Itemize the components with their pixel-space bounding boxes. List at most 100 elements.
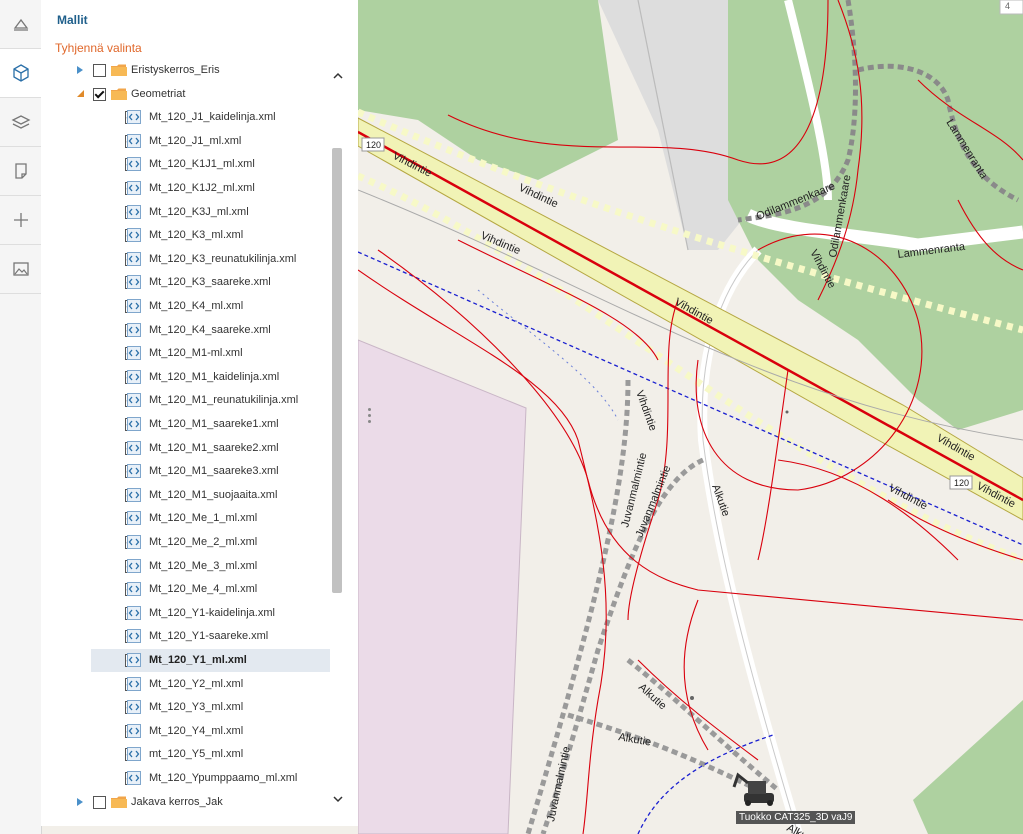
map-point	[785, 410, 789, 414]
panel-resize-grip[interactable]	[366, 406, 372, 428]
tree-item-label: Mt_120_Ypumppaamo_ml.xml	[149, 772, 298, 784]
tree-item-label: Mt_120_K1J2_ml.xml	[149, 182, 255, 194]
tree-item-label: Mt_120_Y3_ml.xml	[149, 701, 244, 714]
models-panel: Mallit Tyhjennä valinta Eristyskerros_Er…	[41, 0, 359, 826]
xml-file-icon	[127, 299, 141, 313]
xml-file-icon	[127, 228, 141, 243]
tree-checkbox[interactable]	[93, 795, 106, 809]
tree-file-row[interactable]: Mt_120_J1_kaidelinja.xml	[41, 106, 330, 129]
xml-file-icon	[127, 275, 141, 290]
scroll-down-button[interactable]	[330, 790, 345, 808]
map-canvas[interactable]: 120 120 4 Vihdintie Vihdintie Vihdintie …	[358, 0, 1023, 834]
tree-item-label: Mt_120_M1_suojaaita.xml	[149, 488, 278, 501]
note-button[interactable]	[0, 147, 41, 196]
expand-arrow-down-icon[interactable]	[77, 89, 84, 97]
image-icon	[12, 262, 29, 276]
expand-arrow-right-icon[interactable]	[77, 66, 83, 74]
xml-file-icon	[127, 558, 141, 573]
tree-item-label: Jakava kerros_Jak	[131, 795, 223, 808]
xml-file-icon	[127, 629, 141, 644]
tree-item-label: Mt_120_K3_reunatukilinja.xml	[149, 252, 297, 265]
tree-file-row[interactable]: Mt_120_K4_ml.xml	[41, 295, 330, 318]
tree-checkbox[interactable]	[93, 87, 106, 101]
xml-file-icon	[127, 133, 141, 148]
scrollbar-thumb[interactable]	[332, 148, 342, 593]
tree-file-row[interactable]: Mt_120_Y3_ml.xml	[41, 696, 330, 719]
tree-file-row[interactable]: Mt_120_M1_suojaaita.xml	[41, 484, 330, 507]
tree-file-row[interactable]: Mt_120_Y1-kaidelinja.xml	[41, 602, 330, 625]
tree-item-label: Mt_120_Y2_ml.xml	[149, 677, 244, 690]
route-shield-label: 120	[954, 478, 969, 488]
tree-item-label: Mt_120_Me_4_ml.xml	[149, 583, 258, 596]
tree-file-row[interactable]: Mt_120_K1J2_ml.xml	[41, 177, 330, 200]
scroll-up-button[interactable]	[330, 66, 345, 84]
measure-tool-button[interactable]	[0, 0, 41, 49]
folder-icon	[111, 88, 127, 100]
tree-file-row[interactable]: mt_120_Y5_ml.xml	[41, 743, 330, 766]
chevron-up-icon	[332, 72, 343, 79]
corner-number: 4	[1005, 1, 1010, 11]
tree-item-label: Mt_120_J1_kaidelinja.xml	[149, 111, 276, 124]
tree-folder-row[interactable]: Geometriat	[41, 83, 330, 106]
tree-file-row[interactable]: Mt_120_M1_saareke1.xml	[41, 413, 330, 436]
tree-file-row[interactable]: Mt_120_M1_saareke2.xml	[41, 437, 330, 460]
tree-file-row[interactable]: Mt_120_M1_saareke3.xml	[41, 460, 330, 483]
tree-item-label: Mt_120_K3J_ml.xml	[149, 205, 249, 218]
tree-file-row[interactable]: Mt_120_M1_reunatukilinja.xml	[41, 389, 330, 412]
xml-file-icon	[127, 440, 141, 455]
tree-scrollbar[interactable]	[330, 58, 345, 818]
tool-rail	[0, 0, 42, 834]
tree-file-row[interactable]: Mt_120_Y2_ml.xml	[41, 673, 330, 696]
tree-file-row[interactable]: Mt_120_M1_kaidelinja.xml	[41, 366, 330, 389]
route-shield-label: 120	[366, 140, 381, 150]
xml-file-icon	[127, 417, 141, 431]
tree-file-row[interactable]: Mt_120_J1_ml.xml	[41, 130, 330, 153]
xml-file-icon	[127, 771, 141, 785]
tree-item-label: Geometriat	[131, 87, 186, 100]
image-button[interactable]	[0, 245, 41, 294]
tree-file-row[interactable]: Mt_120_Me_2_ml.xml	[41, 531, 330, 554]
tree-file-row[interactable]: Mt_120_Ypumppaamo_ml.xml	[41, 767, 330, 790]
tree-file-row[interactable]: Mt_120_M1-ml.xml	[41, 342, 330, 365]
tree-file-row[interactable]: Mt_120_Y1-saareke.xml	[41, 625, 330, 648]
tree-file-row[interactable]: Mt_120_K3_reunatukilinja.xml	[41, 248, 330, 271]
tree-folder-row[interactable]: Eristyskerros_Eris	[41, 59, 330, 82]
tree-item-label: Mt_120_M1-ml.xml	[149, 347, 243, 360]
crosshair-button[interactable]	[0, 196, 41, 245]
tree-file-row[interactable]: Mt_120_Me_3_ml.xml	[41, 555, 330, 578]
tree-item-label: Eristyskerros_Eris	[131, 64, 220, 76]
tree-item-label: Mt_120_Y1-saareke.xml	[149, 630, 269, 643]
tree-file-row[interactable]: Mt_120_K4_saareke.xml	[41, 319, 330, 342]
tree-item-label: Mt_120_K3_saareke.xml	[149, 276, 271, 289]
tree-item-label: Mt_120_M1_saareke3.xml	[149, 465, 279, 478]
tree-item-label: Mt_120_M1_saareke2.xml	[149, 441, 279, 454]
tree-file-row[interactable]: Mt_120_K3_saareke.xml	[41, 271, 330, 294]
tree-folder-row[interactable]: Jakava kerros_Jak	[41, 791, 330, 814]
layers-button[interactable]	[0, 98, 41, 147]
tree-checkbox[interactable]	[93, 64, 106, 77]
tree-file-row[interactable]: Mt_120_Y4_ml.xml	[41, 720, 330, 743]
tree-file-row[interactable]: Mt_120_K3J_ml.xml	[41, 201, 330, 224]
model-tree: Eristyskerros_Eris Geometriat Mt_120_J1_ka…	[41, 58, 330, 818]
tree-item-label: Mt_120_K4_ml.xml	[149, 300, 244, 312]
xml-file-icon	[127, 582, 141, 597]
tree-item-label: Mt_120_Y1-kaidelinja.xml	[149, 606, 275, 619]
tree-item-label: Mt_120_Y4_ml.xml	[149, 724, 244, 737]
folder-icon	[111, 64, 127, 76]
tree-file-row[interactable]: Mt_120_K1J1_ml.xml	[41, 153, 330, 176]
models-button[interactable]	[0, 49, 41, 98]
tree-item-label: mt_120_Y5_ml.xml	[149, 748, 244, 761]
layers-icon	[11, 115, 30, 129]
map-view[interactable]: 120 120 4 Vihdintie Vihdintie Vihdintie …	[358, 0, 1023, 834]
crosshair-icon	[13, 213, 28, 227]
tree-item-label: Mt_120_Me_1_ml.xml	[149, 512, 258, 525]
tree-file-row[interactable]: Mt_120_Y1_ml.xml	[91, 649, 330, 672]
expand-arrow-right-icon[interactable]	[77, 797, 83, 806]
tree-item-label: Mt_120_M1_saareke1.xml	[149, 418, 279, 430]
tree-file-row[interactable]: Mt_120_K3_ml.xml	[41, 224, 330, 247]
tree-file-row[interactable]: Mt_120_Me_1_ml.xml	[41, 507, 330, 530]
tree-file-row[interactable]: Mt_120_Me_4_ml.xml	[41, 578, 330, 601]
clear-selection-link[interactable]: Tyhjennä valinta	[55, 41, 142, 55]
corner-box	[999, 0, 1023, 15]
tree-item-label: Mt_120_Me_2_ml.xml	[149, 536, 258, 548]
